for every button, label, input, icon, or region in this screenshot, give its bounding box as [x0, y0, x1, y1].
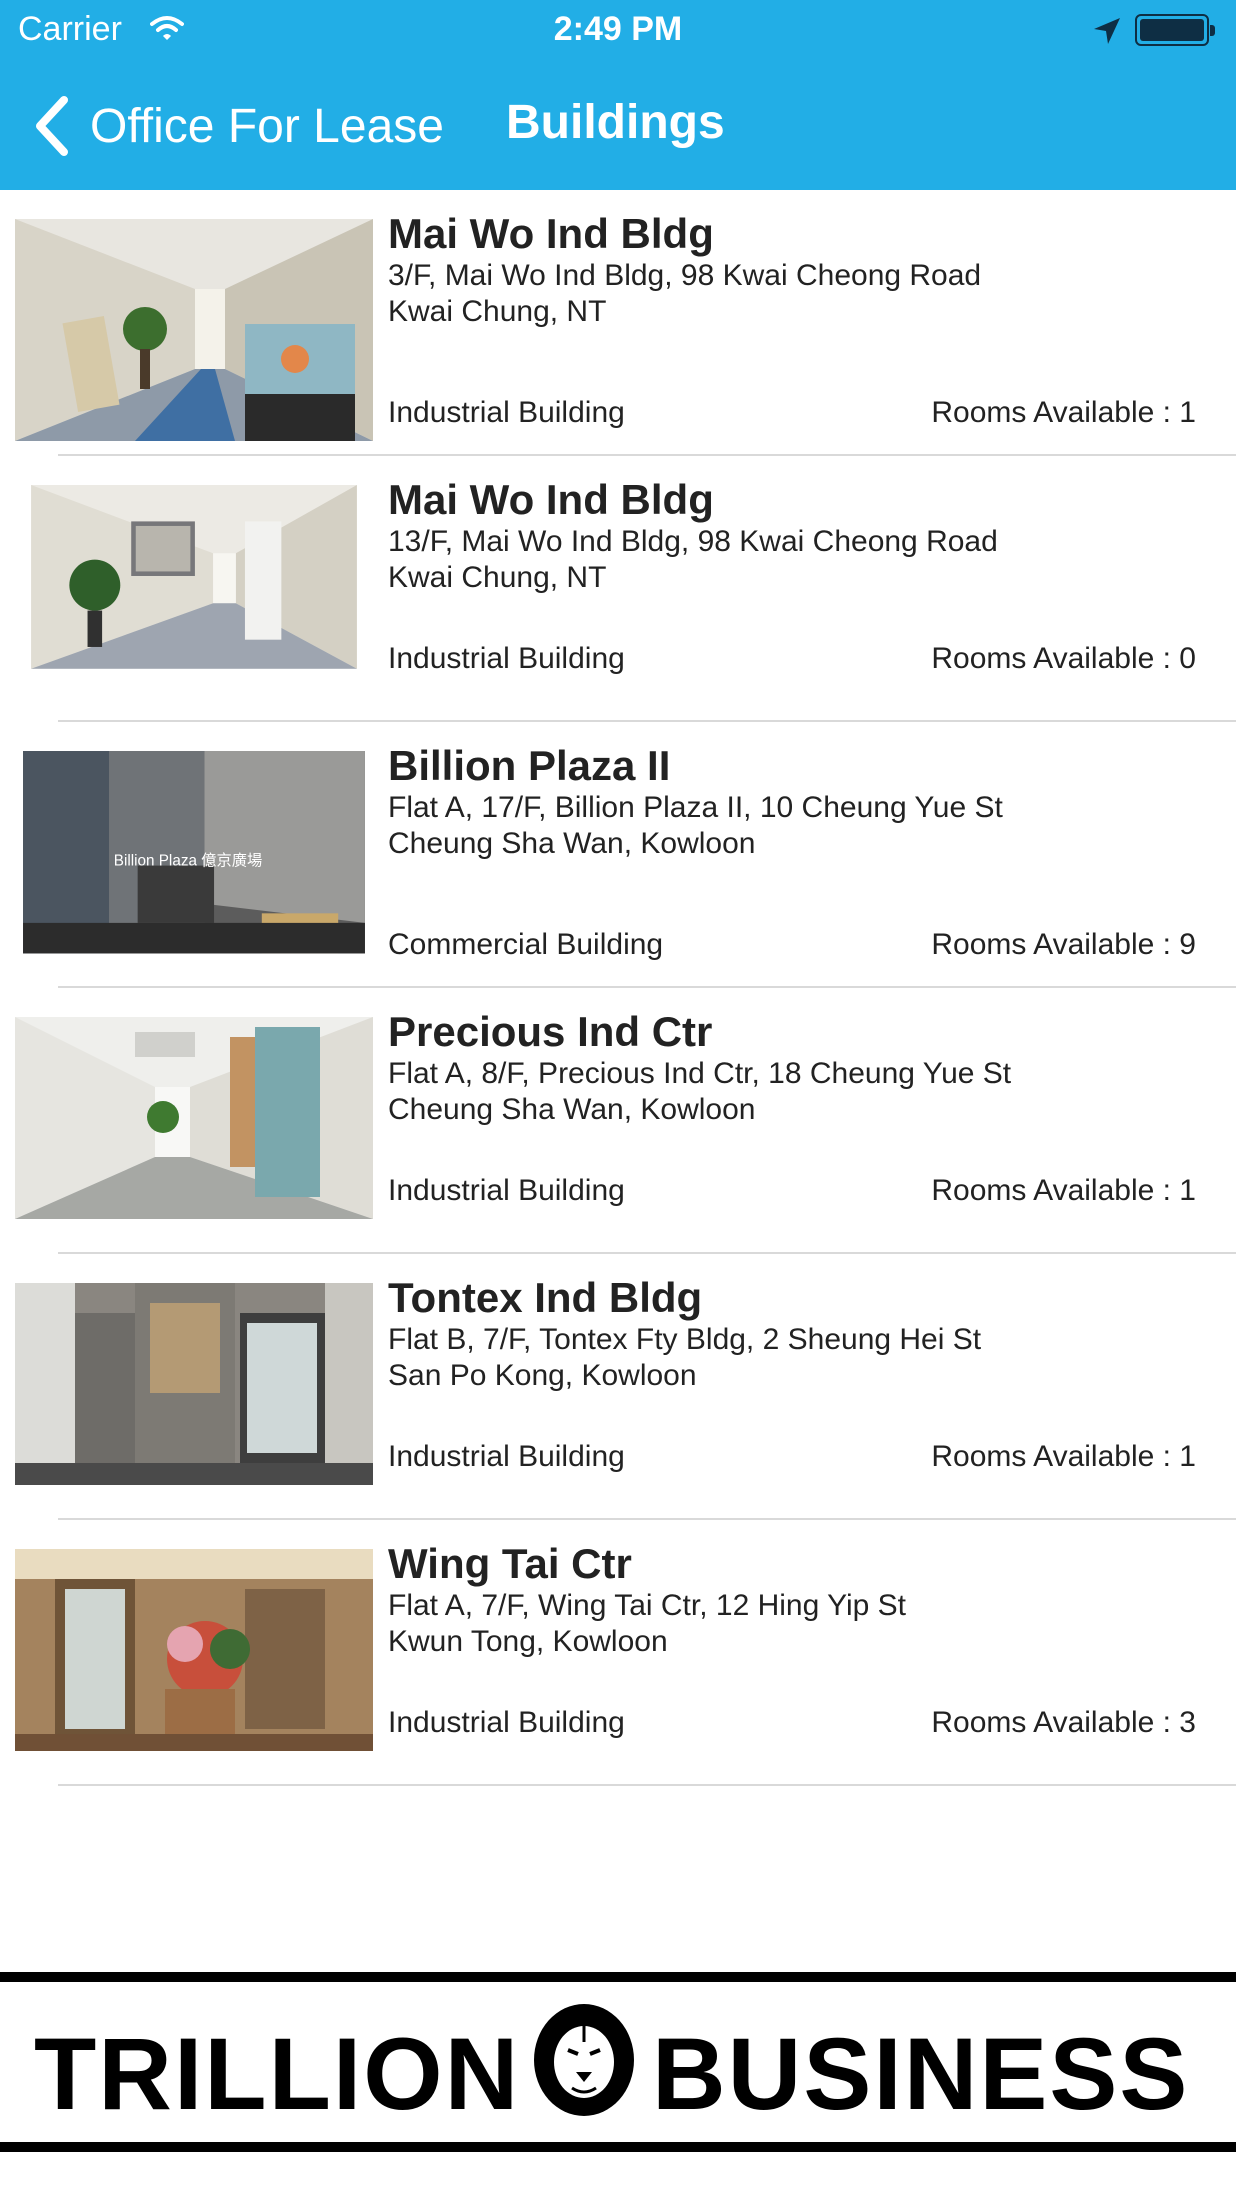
chevron-left-icon — [36, 96, 68, 156]
building-type: Industrial Building — [388, 396, 625, 429]
building-row[interactable]: Billion Plaza 億京廣場 Billion Plaza II Flat… — [0, 722, 1236, 988]
brand-banner: TRILLION BUSINESS — [0, 1972, 1236, 2154]
address-line-1: 13/F, Mai Wo Ind Bldg, 98 Kwai Cheong Ro… — [388, 525, 998, 558]
building-row[interactable]: Mai Wo Ind Bldg 3/F, Mai Wo Ind Bldg, 98… — [0, 190, 1236, 456]
lion-logo-icon — [534, 2004, 634, 2116]
building-address: 13/F, Mai Wo Ind Bldg, 98 Kwai Cheong Ro… — [388, 524, 998, 596]
location-arrow-icon — [1094, 18, 1120, 44]
building-type: Commercial Building — [388, 928, 664, 961]
address-line-2: San Po Kong, Kowloon — [388, 1359, 697, 1392]
address-line-2: Kwun Tong, Kowloon — [388, 1625, 668, 1658]
brand-bottom-rule — [0, 2142, 1236, 2152]
building-address: Flat A, 8/F, Precious Ind Ctr, 18 Cheung… — [388, 1056, 1011, 1128]
rooms-available: Rooms Available : 3 — [931, 1706, 1196, 1739]
row-separator — [58, 1784, 1236, 1786]
rooms-available: Rooms Available : 1 — [931, 396, 1196, 429]
building-name: Wing Tai Ctr — [388, 1540, 632, 1587]
photo-sign-text: Billion Plaza 億京廣場 — [114, 853, 262, 870]
address-line-1: Flat A, 7/F, Wing Tai Ctr, 12 Hing Yip S… — [388, 1589, 907, 1622]
building-name: Precious Ind Ctr — [388, 1008, 713, 1055]
building-row[interactable]: Tontex Ind Bldg Flat B, 7/F, Tontex Fty … — [0, 1254, 1236, 1520]
battery-icon — [1135, 14, 1215, 46]
address-line-2: Cheung Sha Wan, Kowloon — [388, 1093, 756, 1126]
building-type: Industrial Building — [388, 1706, 625, 1739]
building-row[interactable]: Precious Ind Ctr Flat A, 8/F, Precious I… — [0, 988, 1236, 1254]
rooms-available: Rooms Available : 1 — [931, 1440, 1196, 1473]
building-photo: Billion Plaza 億京廣場 — [23, 751, 365, 954]
address-line-1: Flat A, 8/F, Precious Ind Ctr, 18 Cheung… — [388, 1057, 1012, 1090]
building-name: Mai Wo Ind Bldg — [388, 476, 714, 523]
address-line-1: Flat A, 17/F, Billion Plaza II, 10 Cheun… — [388, 791, 1003, 824]
building-name: Billion Plaza II — [388, 742, 671, 789]
address-line-2: Kwai Chung, NT — [388, 295, 607, 328]
page-title: Buildings — [506, 96, 725, 149]
building-photo — [31, 485, 357, 669]
rooms-available: Rooms Available : 0 — [931, 642, 1196, 675]
rooms-available: Rooms Available : 1 — [931, 1174, 1196, 1207]
address-line-1: Flat B, 7/F, Tontex Fty Bldg, 2 Sheung H… — [388, 1323, 982, 1356]
building-row[interactable]: Mai Wo Ind Bldg 13/F, Mai Wo Ind Bldg, 9… — [0, 456, 1236, 722]
building-address: Flat A, 7/F, Wing Tai Ctr, 12 Hing Yip S… — [388, 1588, 906, 1660]
brand-top-rule — [0, 1972, 1236, 1982]
address-line-2: Cheung Sha Wan, Kowloon — [388, 827, 756, 860]
building-row[interactable]: Wing Tai Ctr Flat A, 7/F, Wing Tai Ctr, … — [0, 1520, 1236, 1786]
building-photo — [15, 1283, 373, 1485]
building-address: Flat A, 17/F, Billion Plaza II, 10 Cheun… — [388, 790, 1003, 862]
rooms-available: Rooms Available : 9 — [931, 928, 1196, 961]
building-photo — [15, 1549, 373, 1751]
back-button[interactable]: Office For Lease — [30, 88, 444, 164]
status-time: 2:49 PM — [553, 10, 683, 48]
back-button-label: Office For Lease — [90, 99, 444, 153]
building-address: 3/F, Mai Wo Ind Bldg, 98 Kwai Cheong Roa… — [388, 258, 981, 330]
building-name: Tontex Ind Bldg — [388, 1274, 703, 1321]
address-line-1: 3/F, Mai Wo Ind Bldg, 98 Kwai Cheong Roa… — [388, 259, 982, 292]
building-photo — [15, 219, 373, 441]
building-photo — [15, 1017, 373, 1219]
building-type: Industrial Building — [388, 642, 625, 675]
building-type: Industrial Building — [388, 1174, 625, 1207]
address-line-2: Kwai Chung, NT — [388, 561, 607, 594]
building-name: Mai Wo Ind Bldg — [388, 210, 714, 257]
navigation-bar: Carrier 2:49 PM Office For Lease Buildin… — [0, 0, 1236, 190]
building-address: Flat B, 7/F, Tontex Fty Bldg, 2 Sheung H… — [388, 1322, 981, 1394]
building-type: Industrial Building — [388, 1440, 625, 1473]
brand-word-trillion: TRILLION — [34, 2017, 521, 2131]
status-bar: Carrier 2:49 PM — [0, 0, 1236, 62]
brand-word-business: BUSINESS — [652, 2017, 1190, 2131]
